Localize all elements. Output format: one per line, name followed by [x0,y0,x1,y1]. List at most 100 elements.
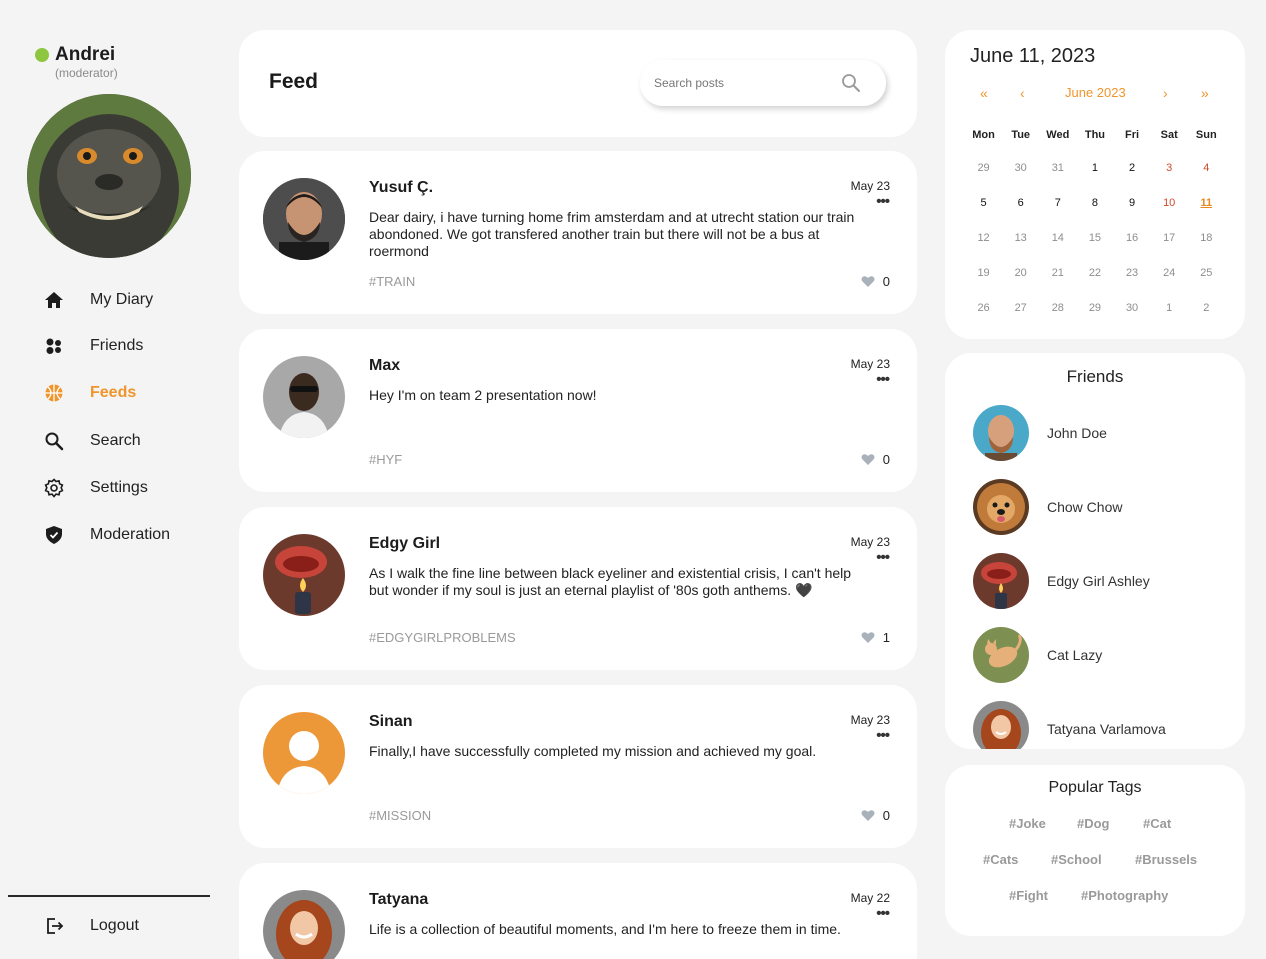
post-menu-button[interactable]: ••• [876,728,890,743]
calendar-day[interactable]: 4 [1188,162,1225,174]
nav-item-feeds[interactable]: Feeds [42,378,136,408]
post-date: May 23 [850,357,890,371]
post-menu-button[interactable]: ••• [876,550,890,565]
popular-tags-title: Popular Tags [1048,779,1142,796]
popular-tag[interactable]: #Cats [983,852,1018,867]
post-date: May 22 [850,891,890,905]
friend-name: Tatyana Varlamova [1047,721,1166,737]
weekday-label: Wed [1046,129,1070,141]
calendar-day[interactable]: 28 [1039,302,1076,314]
calendar-day[interactable]: 27 [1002,302,1039,314]
calendar-day[interactable]: 30 [1114,302,1151,314]
calendar-day[interactable]: 18 [1188,232,1225,244]
popular-tag[interactable]: #School [1051,852,1102,867]
calendar-day[interactable]: 17 [1151,232,1188,244]
post-author-avatar[interactable] [263,712,345,794]
calendar-day[interactable]: 24 [1151,267,1188,279]
nav-item-friends[interactable]: Friends [42,331,143,361]
calendar: June 11, 2023 « ‹ June 2023 › » Mon Tue … [945,30,1245,339]
post-date: May 23 [850,535,890,549]
search-input[interactable] [654,73,834,93]
calendar-next-year-button[interactable]: » [1201,85,1209,101]
calendar-day[interactable]: 1 [1151,302,1188,314]
calendar-day[interactable]: 7 [1039,197,1076,209]
nav-item-search[interactable]: Search [42,426,141,456]
post-menu-button[interactable]: ••• [876,372,890,387]
post-tag[interactable]: #HYF [369,452,402,467]
calendar-prev-year-button[interactable]: « [980,85,988,101]
popular-tag[interactable]: #Dog [1077,816,1110,831]
post-menu-button[interactable]: ••• [876,906,890,921]
calendar-day[interactable]: 6 [1002,197,1039,209]
calendar-day[interactable]: 20 [1002,267,1039,279]
post-tag[interactable]: #MISSION [369,808,431,823]
calendar-day[interactable]: 15 [1076,232,1113,244]
calendar-day[interactable]: 23 [1114,267,1151,279]
friend-avatar [973,479,1029,535]
like-button[interactable]: 0 [861,808,890,823]
calendar-day[interactable]: 9 [1114,197,1151,209]
logout-button[interactable]: Logout [42,911,139,941]
like-button[interactable]: 0 [861,274,890,289]
search-button[interactable] [840,72,862,94]
calendar-day-today[interactable]: 11 [1188,197,1225,209]
calendar-prev-month-button[interactable]: ‹ [1020,85,1025,101]
post-author-avatar[interactable] [263,356,345,438]
post-menu-button[interactable]: ••• [876,194,890,209]
calendar-day[interactable]: 5 [965,197,1002,209]
calendar-day[interactable]: 22 [1076,267,1113,279]
like-button[interactable]: 1 [861,630,890,645]
friend-item[interactable]: Edgy Girl Ashley [973,553,1150,609]
nav-item-my-diary[interactable]: My Diary [42,285,153,315]
calendar-day[interactable]: 8 [1076,197,1113,209]
calendar-day[interactable]: 25 [1188,267,1225,279]
post-author-avatar[interactable] [263,890,345,959]
popular-tag[interactable]: #Joke [1009,816,1046,831]
friend-item[interactable]: John Doe [973,405,1107,461]
popular-tag[interactable]: #Cat [1143,816,1171,831]
calendar-day[interactable]: 12 [965,232,1002,244]
post-tag[interactable]: #TRAIN [369,274,415,289]
calendar-day[interactable]: 19 [965,267,1002,279]
post-author-avatar[interactable] [263,534,345,616]
popular-tag[interactable]: #Fight [1009,888,1048,903]
post-author[interactable]: Tatyana [369,891,428,909]
friend-item[interactable]: Chow Chow [973,479,1122,535]
post-card: Tatyana May 22 ••• Life is a collection … [239,863,917,959]
post-tag[interactable]: #EDGYGIRLPROBLEMS [369,630,516,645]
calendar-day[interactable]: 21 [1039,267,1076,279]
weekday-label: Thu [1084,129,1106,141]
calendar-day[interactable]: 2 [1114,162,1151,174]
search-icon [842,74,860,92]
nav-item-moderation[interactable]: Moderation [42,520,170,550]
profile-avatar[interactable] [27,94,191,258]
post-author[interactable]: Sinan [369,713,413,731]
post-author[interactable]: Max [369,357,400,375]
popular-tag[interactable]: #Photography [1081,888,1168,903]
friend-item[interactable]: Cat Lazy [973,627,1102,683]
calendar-day[interactable]: 30 [1002,162,1039,174]
calendar-day[interactable]: 10 [1151,197,1188,209]
calendar-day[interactable]: 2 [1188,302,1225,314]
post-author[interactable]: Edgy Girl [369,535,440,553]
calendar-day[interactable]: 31 [1039,162,1076,174]
calendar-month-label[interactable]: June 2023 [1065,85,1126,100]
post-author-avatar[interactable] [263,178,345,260]
calendar-day[interactable]: 1 [1076,162,1113,174]
calendar-next-month-button[interactable]: › [1163,85,1168,101]
calendar-day[interactable]: 29 [1076,302,1113,314]
like-button[interactable]: 0 [861,452,890,467]
post-author[interactable]: Yusuf Ç. [369,179,433,197]
calendar-day[interactable]: 26 [965,302,1002,314]
popular-tag[interactable]: #Brussels [1135,852,1197,867]
calendar-day[interactable]: 13 [1002,232,1039,244]
calendar-day[interactable]: 14 [1039,232,1076,244]
calendar-day[interactable]: 29 [965,162,1002,174]
friends-title: Friends [1066,367,1124,386]
calendar-day[interactable]: 3 [1151,162,1188,174]
friend-item[interactable]: Tatyana Varlamova [973,701,1166,749]
friend-avatar [973,627,1029,683]
like-count: 0 [882,452,890,467]
nav-item-settings[interactable]: Settings [42,473,148,503]
calendar-day[interactable]: 16 [1114,232,1151,244]
